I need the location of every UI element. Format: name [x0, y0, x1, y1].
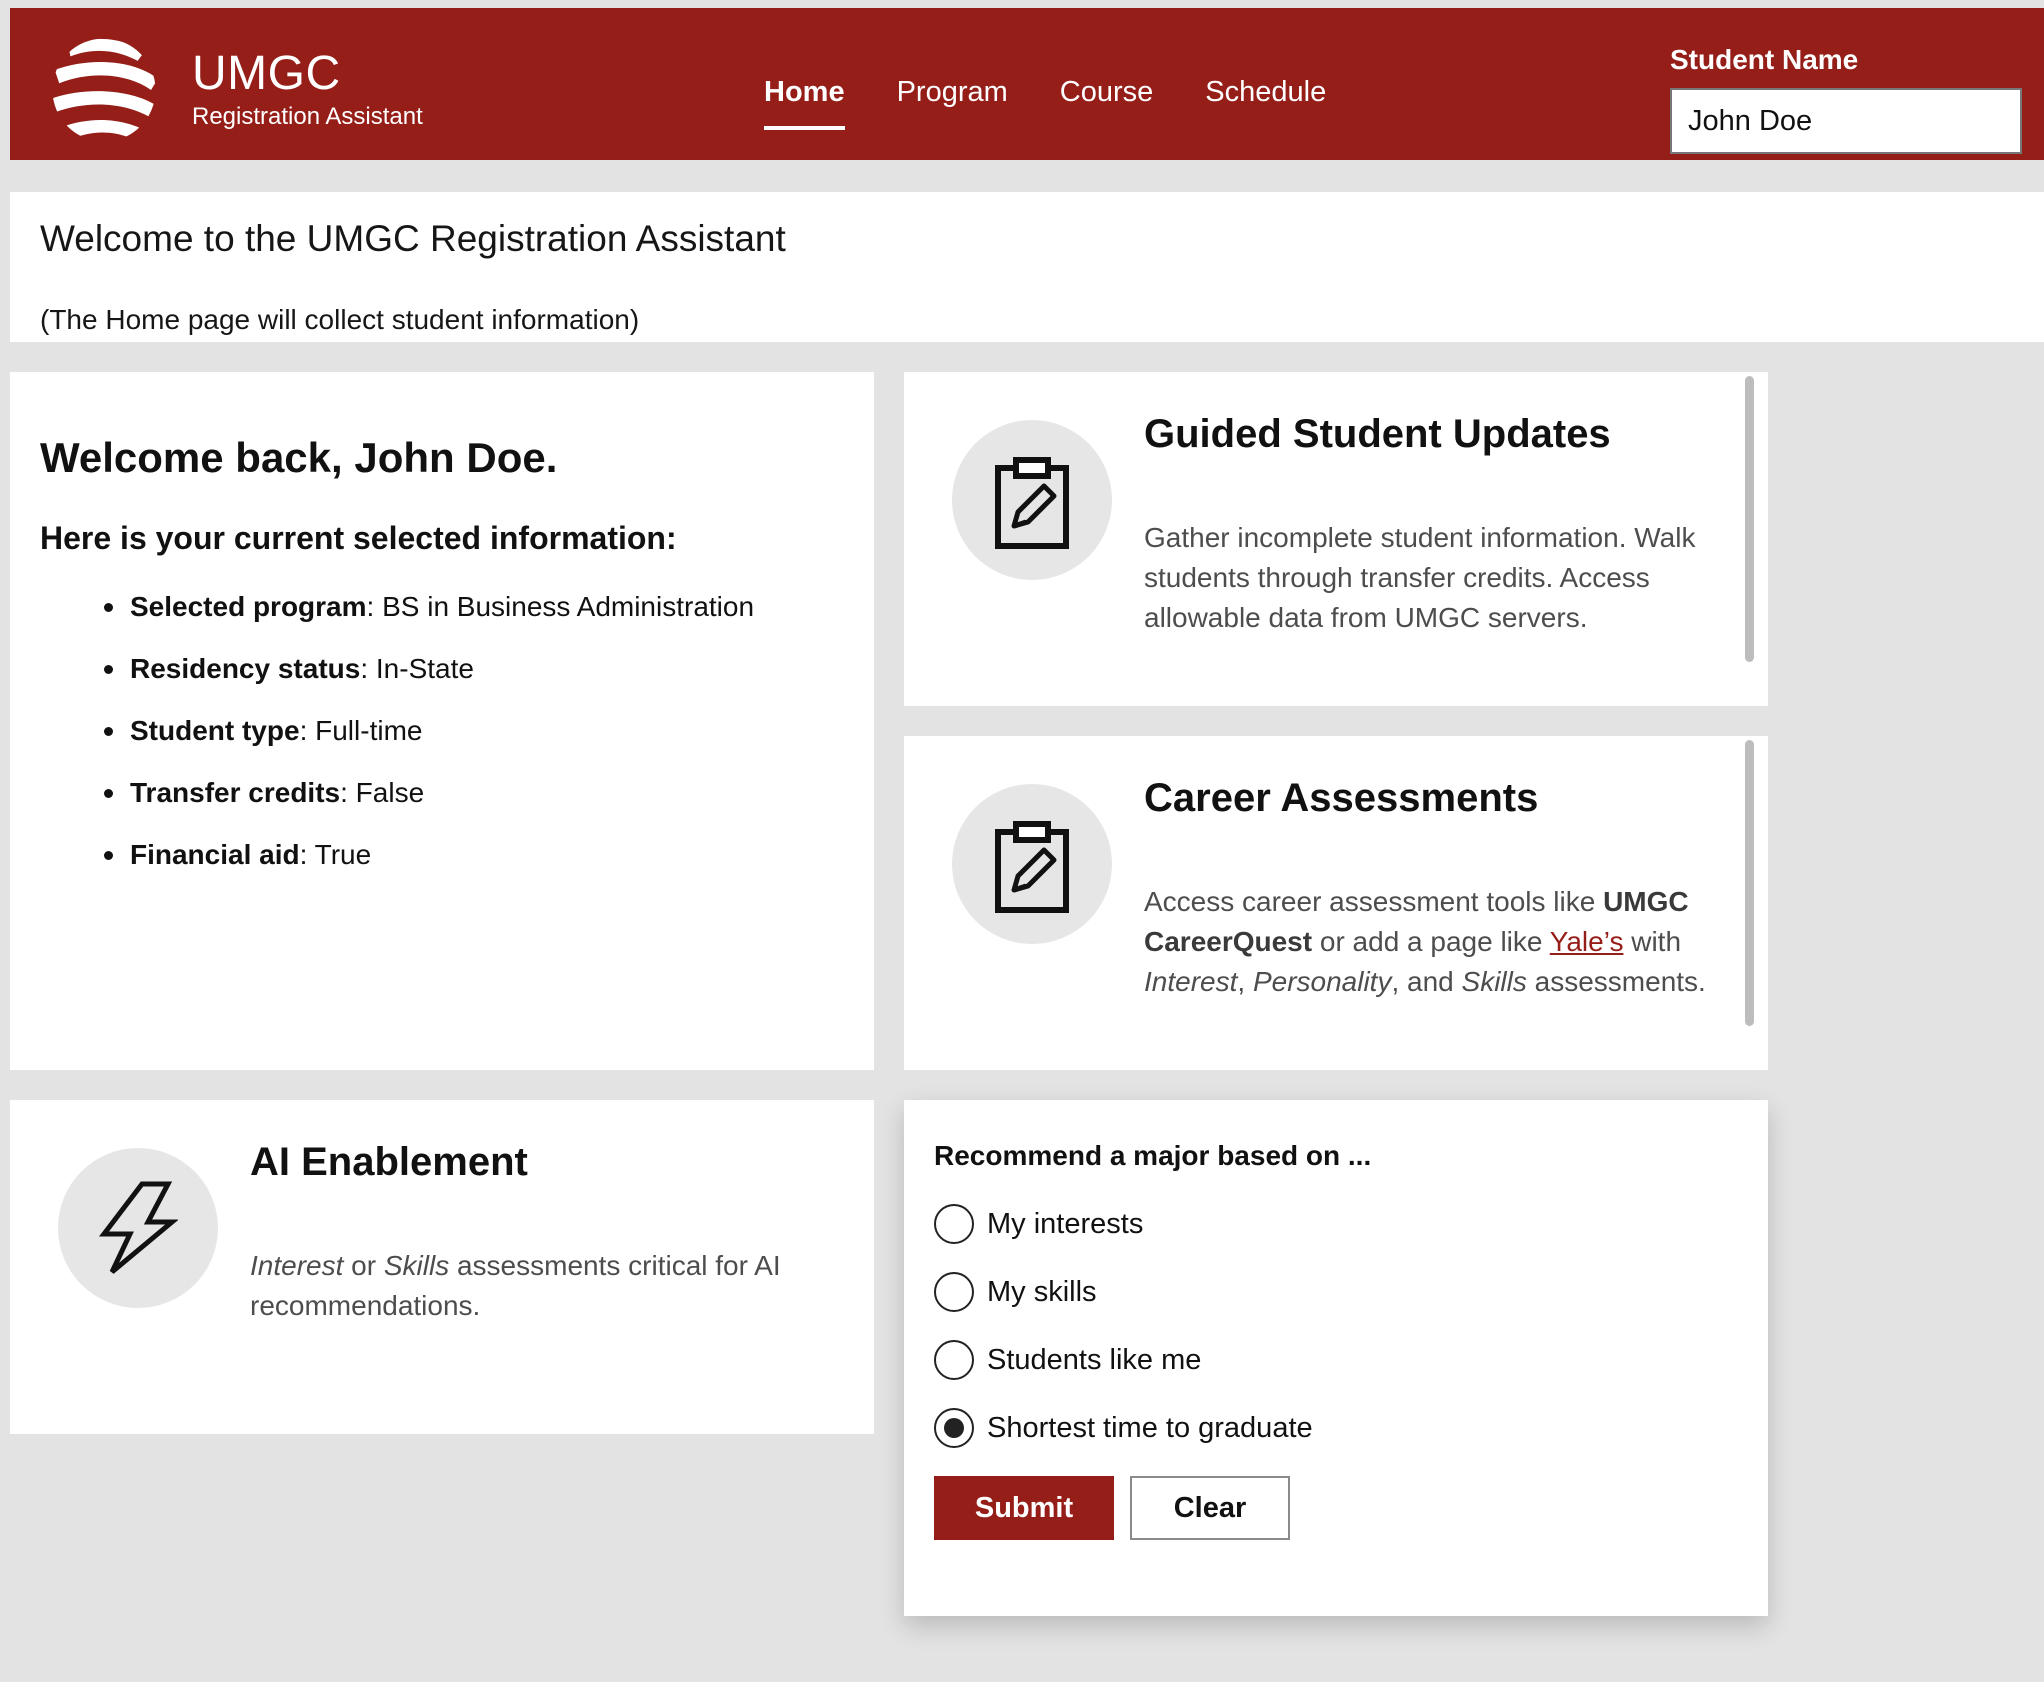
- info-value: : In-State: [360, 653, 474, 684]
- page-title: Welcome to the UMGC Registration Assista…: [40, 218, 786, 259]
- lightning-icon: [98, 1181, 178, 1274]
- nav-schedule[interactable]: Schedule: [1179, 66, 1352, 118]
- body-text: or add a page like: [1312, 926, 1550, 957]
- info-key: Student type: [130, 715, 300, 746]
- radio-button[interactable]: [934, 1272, 974, 1312]
- ai-enablement-card[interactable]: AI Enablement Interest or Skills assessm…: [10, 1100, 874, 1434]
- card-body: Access career assessment tools like UMGC…: [1144, 882, 1724, 1002]
- clipboard-edit-icon: [995, 457, 1069, 549]
- skills-term: Skills: [1461, 966, 1527, 997]
- interest-term: Interest: [1144, 966, 1238, 997]
- body-text: Access career assessment tools like: [1144, 886, 1604, 917]
- scrollbar[interactable]: [1745, 376, 1754, 662]
- form-legend: Recommend a major based on ...: [934, 1140, 1372, 1171]
- student-name-label: Student Name: [1670, 44, 1859, 75]
- info-key: Selected program: [130, 591, 367, 622]
- list-item: Selected program: BS in Business Adminis…: [40, 588, 754, 650]
- icon-badge: [952, 784, 1112, 944]
- brand-subtitle: Registration Assistant: [192, 103, 423, 130]
- radio-my-skills[interactable]: My skills: [934, 1272, 1097, 1312]
- skills-term: Skills: [383, 1250, 450, 1281]
- interest-term: Interest: [250, 1250, 344, 1281]
- main-nav: Home Program Course Schedule: [738, 66, 1352, 130]
- radio-label[interactable]: My skills: [987, 1276, 1097, 1309]
- info-key: Financial aid: [130, 839, 300, 870]
- card-title: Career Assessments: [1144, 776, 1539, 820]
- body-text: assessments.: [1526, 966, 1706, 997]
- info-value: : True: [299, 839, 372, 870]
- list-item: Transfer credits: False: [40, 774, 754, 836]
- body-text: , and: [1391, 966, 1462, 997]
- radio-label[interactable]: Shortest time to graduate: [987, 1412, 1313, 1445]
- info-value: : False: [340, 777, 425, 808]
- body-text: ,: [1237, 966, 1253, 997]
- welcome-back-heading: Welcome back, John Doe.: [40, 434, 558, 481]
- top-header: UMGC Registration Assistant Home Program…: [10, 8, 2044, 160]
- page-note: (The Home page will collect student info…: [40, 304, 640, 335]
- info-value: : BS in Business Administration: [366, 591, 755, 622]
- info-key: Transfer credits: [130, 777, 341, 808]
- welcome-banner: Welcome to the UMGC Registration Assista…: [10, 192, 2044, 342]
- radio-button[interactable]: [934, 1204, 974, 1244]
- personality-term: Personality: [1252, 966, 1392, 997]
- brand: UMGC Registration Assistant: [192, 46, 423, 132]
- career-assessments-card[interactable]: Career Assessments Access career assessm…: [904, 736, 1768, 1070]
- card-body: Gather incomplete student information. W…: [1144, 522, 1696, 633]
- radio-button[interactable]: [934, 1340, 974, 1380]
- nav-course[interactable]: Course: [1034, 66, 1180, 118]
- body-text: or: [343, 1250, 384, 1281]
- selected-info-list: Selected program: BS in Business Adminis…: [40, 588, 754, 898]
- radio-label[interactable]: Students like me: [987, 1344, 1201, 1377]
- scrollbar[interactable]: [1745, 740, 1754, 1026]
- radio-label[interactable]: My interests: [987, 1208, 1143, 1241]
- student-info-card: Welcome back, John Doe. Here is your cur…: [10, 372, 874, 1070]
- icon-badge: [952, 420, 1112, 580]
- selected-info-subheading: Here is your current selected informatio…: [40, 520, 677, 556]
- submit-button[interactable]: Submit: [934, 1476, 1114, 1540]
- recommend-major-form: Recommend a major based on ... My intere…: [904, 1100, 1768, 1616]
- radio-my-interests[interactable]: My interests: [934, 1204, 1143, 1244]
- body-text: with: [1623, 926, 1682, 957]
- nav-home[interactable]: Home: [738, 66, 871, 130]
- clear-button[interactable]: Clear: [1130, 1476, 1290, 1540]
- umgc-globe-logo-icon[interactable]: [48, 34, 160, 146]
- card-title: Guided Student Updates: [1144, 412, 1611, 456]
- student-name-input[interactable]: [1670, 88, 2022, 154]
- radio-students-like-me[interactable]: Students like me: [934, 1340, 1201, 1380]
- yales-link[interactable]: Yale’s: [1550, 926, 1624, 957]
- list-item: Financial aid: True: [40, 836, 754, 898]
- info-key: Residency status: [130, 653, 361, 684]
- radio-button-selected[interactable]: [934, 1408, 974, 1448]
- clipboard-edit-icon: [995, 821, 1069, 913]
- list-item: Residency status: In-State: [40, 650, 754, 712]
- brand-title: UMGC: [192, 47, 341, 100]
- icon-badge: [58, 1148, 218, 1308]
- nav-program[interactable]: Program: [871, 66, 1034, 118]
- card-title: AI Enablement: [250, 1140, 528, 1184]
- guided-updates-card[interactable]: Guided Student Updates Gather incomplete…: [904, 372, 1768, 706]
- radio-shortest-time[interactable]: Shortest time to graduate: [934, 1408, 1313, 1448]
- list-item: Student type: Full-time: [40, 712, 754, 774]
- card-body: Interest or Skills assessments critical …: [250, 1246, 830, 1326]
- info-value: : Full-time: [299, 715, 423, 746]
